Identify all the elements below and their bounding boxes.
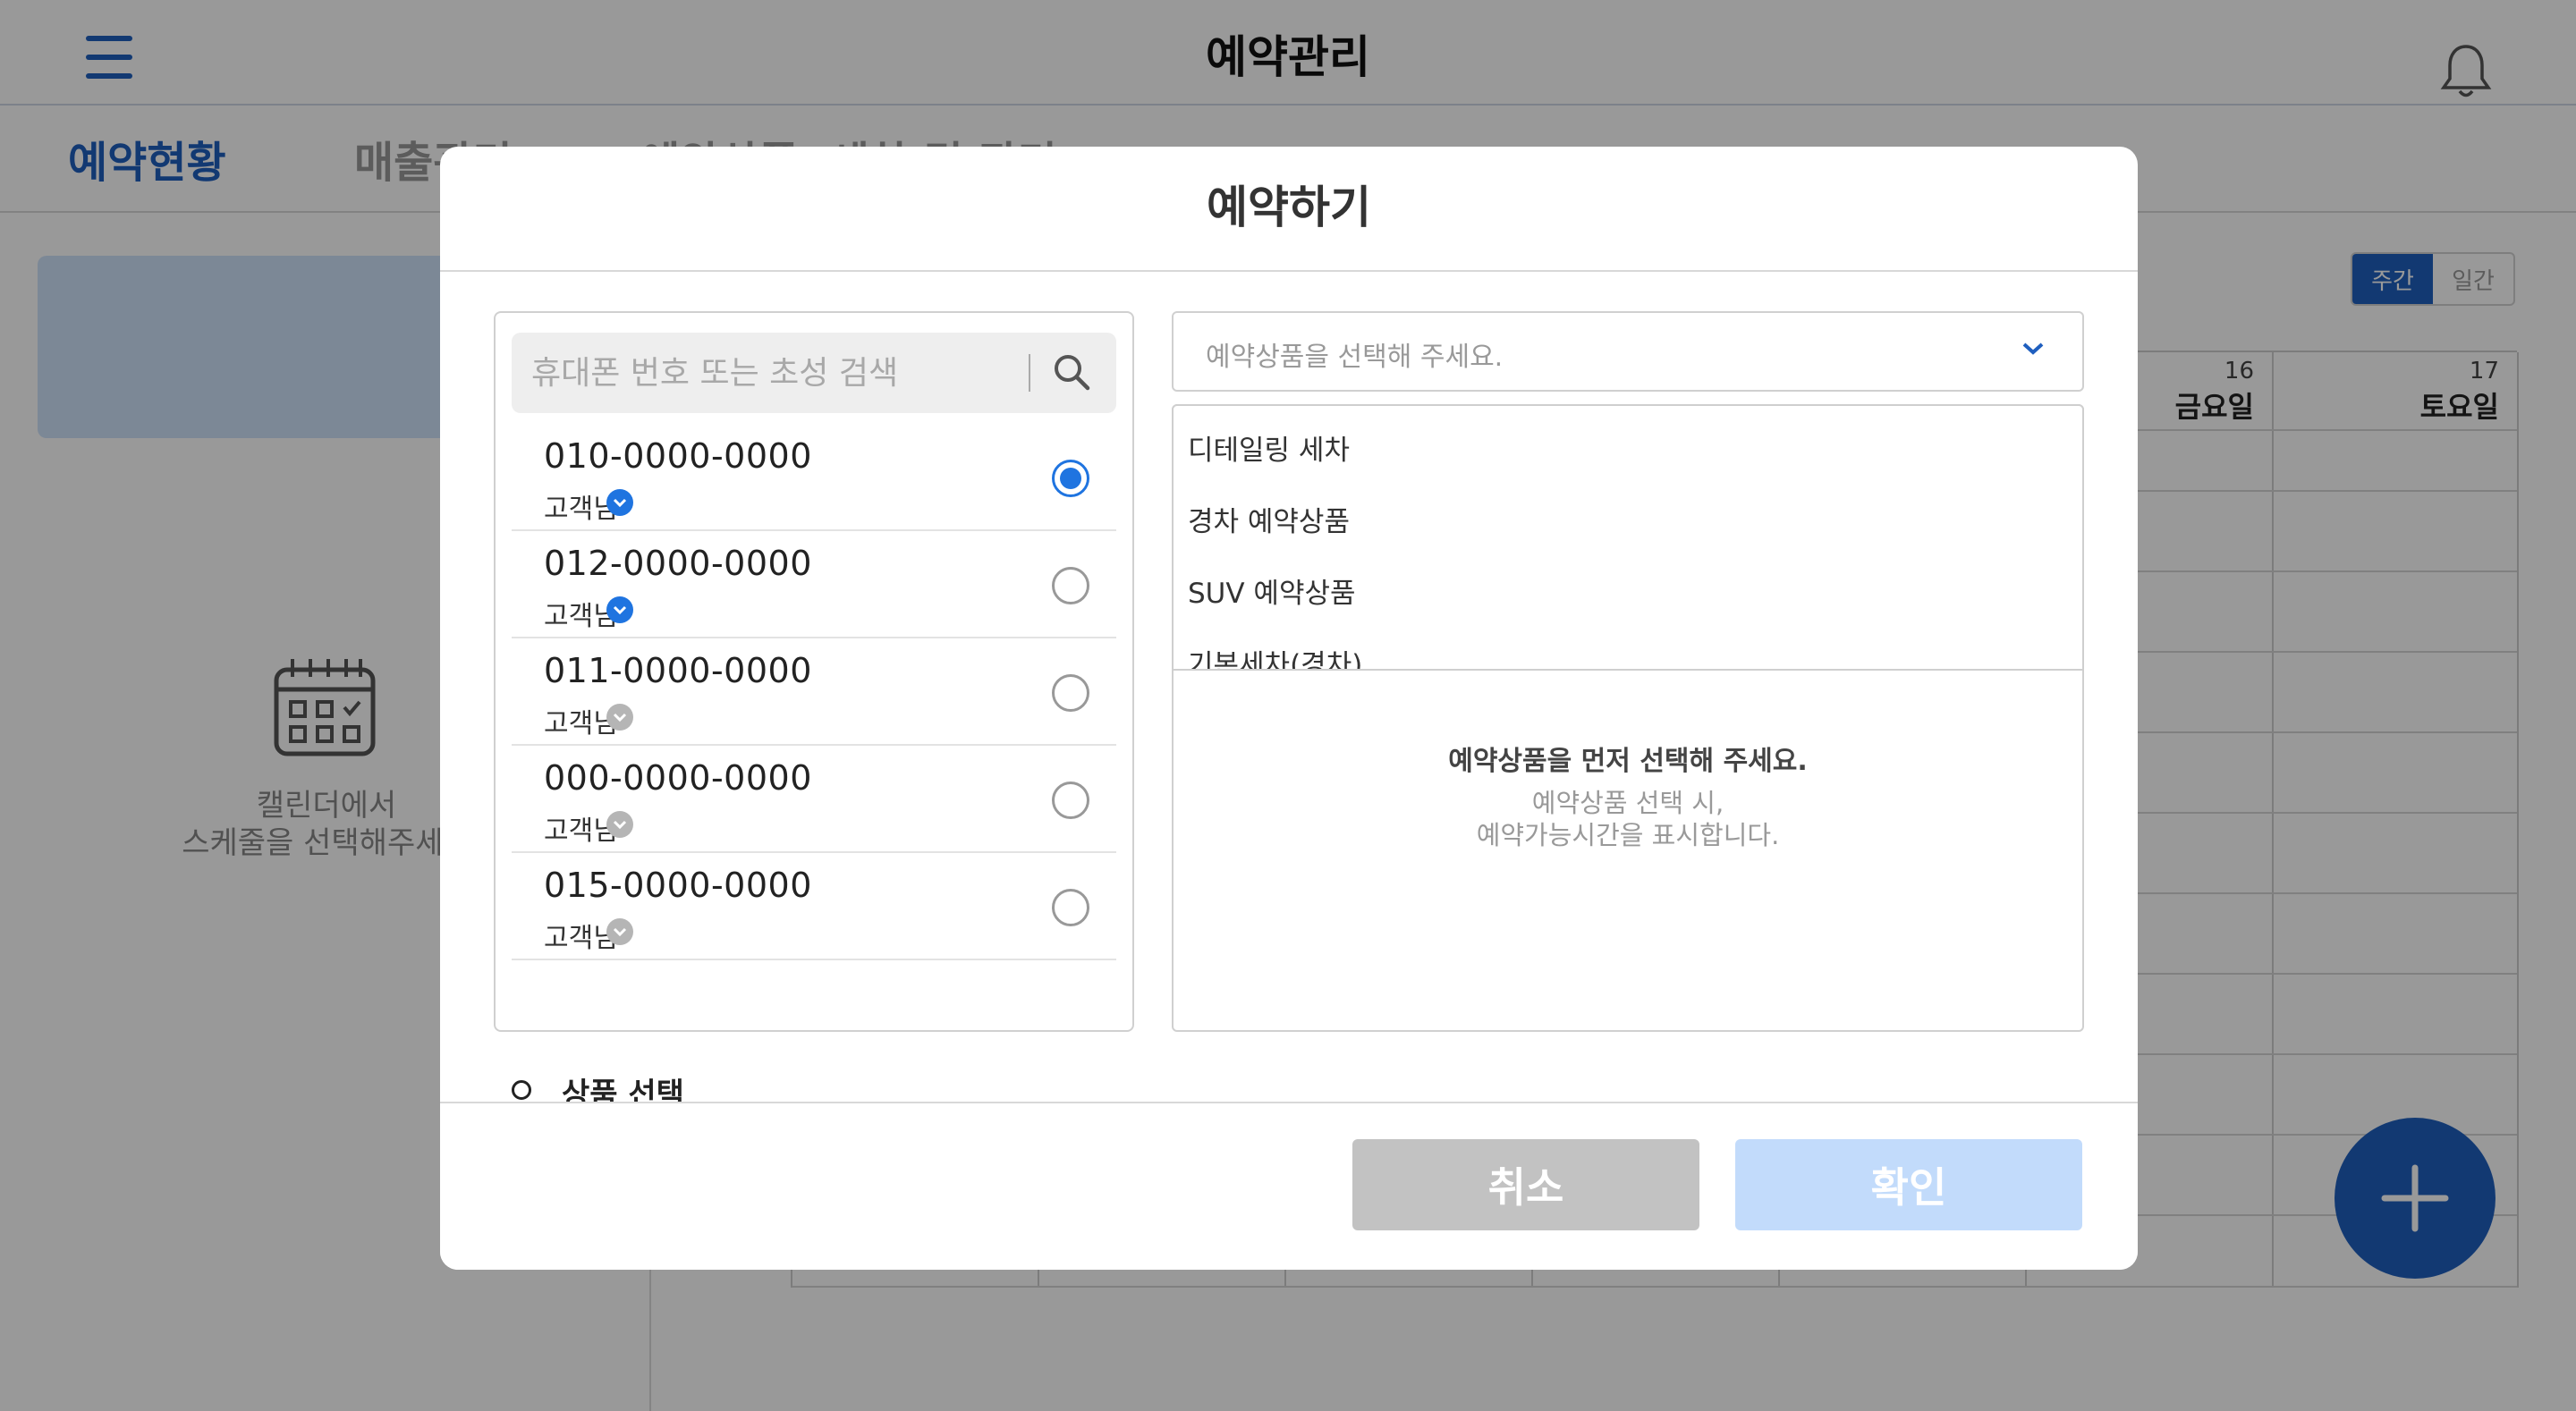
search-input[interactable] <box>530 333 1030 413</box>
guide-text: 예약상품 선택 시, 예약가능시간을 표시합니다. <box>1174 787 2082 851</box>
confirm-button[interactable]: 확인 <box>1735 1139 2082 1230</box>
product-option[interactable]: 디테일링 세차 <box>1188 427 1350 468</box>
customer-row[interactable]: 015-0000-0000 고객님 <box>512 853 1116 960</box>
guide-text-line2: 예약가능시간을 표시합니다. <box>1476 820 1780 850</box>
customer-phone: 015-0000-0000 <box>544 866 812 905</box>
search-divider <box>1029 354 1030 392</box>
guide-text-line1: 예약상품 선택 시, <box>1531 788 1724 818</box>
modal-title: 예약하기 <box>440 147 2138 272</box>
search-icon[interactable] <box>1052 352 1091 392</box>
customer-radio[interactable] <box>1052 460 1089 497</box>
customer-row[interactable]: 010-0000-0000 고객님 <box>512 424 1116 531</box>
customer-phone: 012-0000-0000 <box>544 544 812 583</box>
customer-search <box>512 333 1116 413</box>
unverified-check-icon <box>606 811 633 838</box>
customer-phone: 000-0000-0000 <box>544 758 812 798</box>
customer-row[interactable]: 000-0000-0000 고객님 <box>512 746 1116 853</box>
customer-radio[interactable] <box>1052 889 1089 926</box>
customer-row[interactable]: 011-0000-0000 고객님 <box>512 638 1116 746</box>
product-select-placeholder: 예약상품을 선택해 주세요. <box>1206 342 1504 373</box>
product-option[interactable]: 경차 예약상품 <box>1188 499 1350 539</box>
section-bullet-icon <box>512 1080 531 1100</box>
modal-footer: 취소 확인 <box>440 1102 2138 1270</box>
cancel-button[interactable]: 취소 <box>1352 1139 1699 1230</box>
customer-radio[interactable] <box>1052 674 1089 712</box>
unverified-check-icon <box>606 704 633 731</box>
guide-title: 예약상품을 먼저 선택해 주세요. <box>1448 746 1808 777</box>
product-select[interactable]: 예약상품을 선택해 주세요. <box>1172 311 2084 392</box>
customer-row[interactable]: 012-0000-0000 고객님 <box>512 531 1116 638</box>
product-dropdown-list: 디테일링 세차 경차 예약상품 SUV 예약상품 기본세차(경차) <box>1172 404 2084 671</box>
customer-list-panel: 010-0000-0000 고객님 012-0000-0000 고객님 011-… <box>494 311 1134 1032</box>
customer-radio[interactable] <box>1052 782 1089 819</box>
reservation-modal: 예약하기 010-0000-0000 고객님 012-0000-0000 고객님 <box>440 147 2138 1270</box>
customer-phone: 011-0000-0000 <box>544 651 812 690</box>
verified-check-icon <box>606 596 633 623</box>
verified-check-icon <box>606 489 633 516</box>
customer-radio[interactable] <box>1052 567 1089 604</box>
chevron-down-icon <box>2022 342 2044 355</box>
unverified-check-icon <box>606 918 633 945</box>
product-option[interactable]: SUV 예약상품 <box>1188 570 1356 611</box>
customer-phone: 010-0000-0000 <box>544 436 812 476</box>
product-option[interactable]: 기본세차(경차) <box>1188 642 1362 669</box>
